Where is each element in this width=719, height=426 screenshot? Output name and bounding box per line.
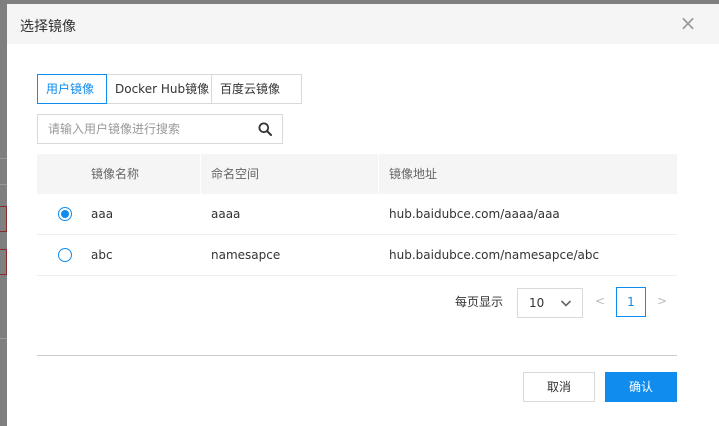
search-input[interactable]: [38, 115, 268, 143]
column-header-image-address: 镜像地址: [389, 167, 438, 181]
prev-page-button[interactable]: <: [595, 294, 605, 308]
tab-user-images[interactable]: 用户镜像: [37, 74, 107, 104]
page-number-button[interactable]: 1: [616, 287, 646, 317]
row-radio-button[interactable]: [58, 207, 72, 221]
dialog-header: 选择镜像 ×: [7, 4, 719, 44]
dialog-title: 选择镜像: [20, 19, 76, 35]
cancel-button[interactable]: 取消: [523, 372, 595, 402]
background-field: [0, 206, 7, 232]
column-divider: [378, 154, 379, 194]
image-table: 镜像名称 命名空间 镜像地址 aaa aaaa hub.baidubce.com…: [37, 154, 677, 276]
confirm-button[interactable]: 确认: [605, 372, 677, 402]
close-icon[interactable]: ×: [679, 13, 697, 33]
page-size-label: 每页显示: [455, 295, 504, 309]
column-header-image-name: 镜像名称: [91, 167, 140, 181]
column-divider: [200, 154, 201, 194]
page-size-select[interactable]: 10: [517, 288, 583, 318]
footer-divider: [37, 355, 677, 356]
tab-baidu-cloud-images[interactable]: 百度云镜像: [211, 74, 302, 104]
image-namespace: namesapce: [211, 248, 281, 262]
table-header: 镜像名称 命名空间 镜像地址: [37, 154, 677, 194]
image-namespace: aaaa: [211, 207, 241, 221]
image-name: abc: [91, 248, 113, 262]
page-size-value: 10: [529, 296, 545, 310]
row-radio-button[interactable]: [58, 248, 72, 262]
search-box: [37, 114, 283, 144]
table-row[interactable]: aaa aaaa hub.baidubce.com/aaaa/aaa: [37, 194, 677, 235]
image-address: hub.baidubce.com/namesapce/abc: [389, 248, 600, 262]
background-field: [0, 249, 7, 275]
image-source-tabs: 用户镜像 Docker Hub镜像 百度云镜像: [37, 74, 302, 104]
column-header-namespace: 命名空间: [211, 167, 260, 181]
search-icon[interactable]: [258, 122, 272, 136]
image-address: hub.baidubce.com/aaaa/aaa: [389, 207, 560, 221]
select-image-dialog: 选择镜像 × 用户镜像 Docker Hub镜像 百度云镜像 镜像名称 命名空间…: [7, 4, 719, 426]
tab-docker-hub-images[interactable]: Docker Hub镜像: [106, 74, 212, 104]
next-page-button[interactable]: >: [657, 294, 667, 308]
image-name: aaa: [91, 207, 114, 221]
table-row[interactable]: abc namesapce hub.baidubce.com/namesapce…: [37, 235, 677, 276]
chevron-down-icon: [560, 300, 572, 307]
